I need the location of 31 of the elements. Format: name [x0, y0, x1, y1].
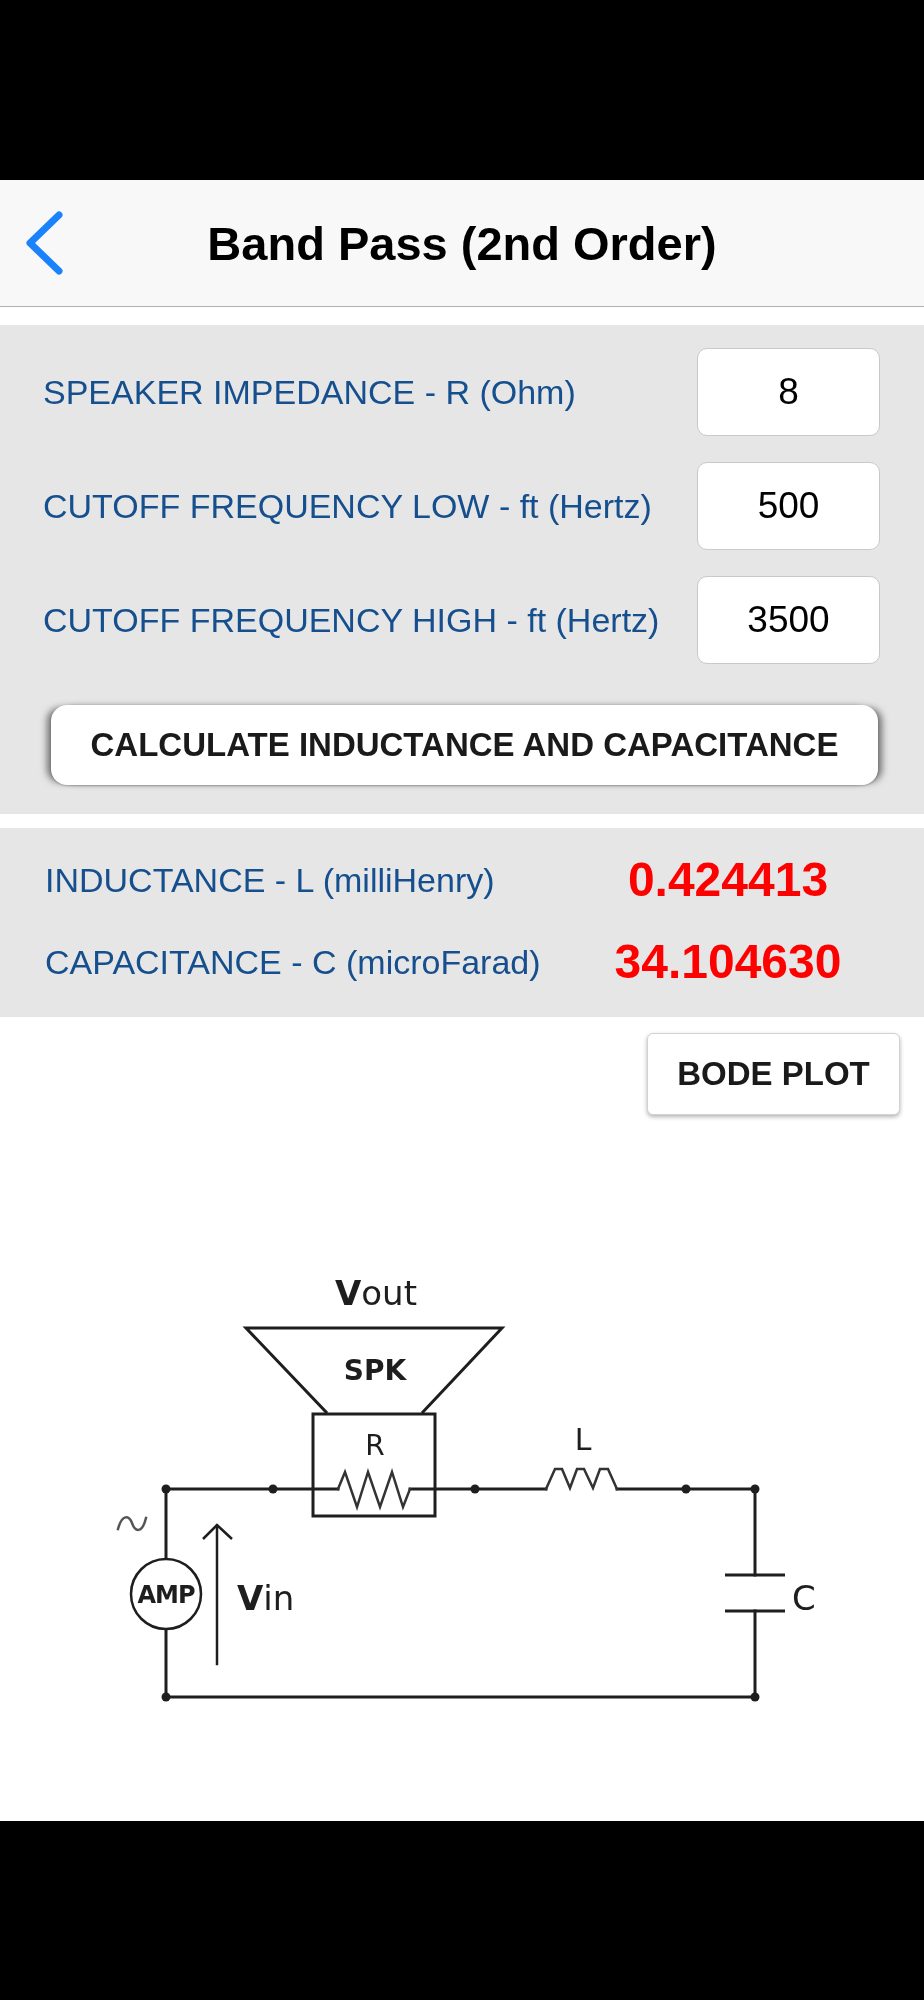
calculate-button[interactable]: CALCULATE INDUCTANCE AND CAPACITANCE [51, 705, 878, 785]
junction-dot [161, 1692, 171, 1702]
junction-dot [681, 1484, 691, 1494]
number-field[interactable]: 500 [697, 462, 880, 550]
field-label: SPEAKER IMPEDANCE - R (Ohm) [43, 372, 576, 412]
resistor-label: R [365, 1432, 385, 1460]
number-field[interactable]: 3500 [697, 576, 880, 664]
result-value: 0.424413 [626, 852, 830, 908]
result-value: 34.104630 [613, 934, 843, 990]
junction-dot [161, 1484, 171, 1494]
back-chevron-icon [24, 211, 64, 275]
amplifier-label: AMP [137, 1583, 195, 1607]
field-label: CUTOFF FREQUENCY LOW - ft (Hertz) [43, 486, 652, 526]
sine-wave-icon [116, 1516, 148, 1532]
output-voltage-label: Vout [335, 1276, 417, 1310]
field-label: CUTOFF FREQUENCY HIGH - ft (Hertz) [43, 600, 660, 640]
junction-dot [470, 1484, 480, 1494]
back-button[interactable] [24, 211, 64, 275]
speaker-label: SPK [343, 1357, 407, 1385]
result-label: INDUCTANCE - L (milliHenry) [45, 860, 496, 900]
capacitor-symbol [725, 1573, 785, 1613]
number-field[interactable]: 8 [697, 348, 880, 436]
screen-title: Band Pass (2nd Order) [207, 215, 717, 271]
junction-dot [750, 1484, 760, 1494]
bode-plot-button[interactable]: BODE PLOT [647, 1033, 900, 1115]
junction-dot [268, 1484, 278, 1494]
capacitor-label: C [792, 1581, 816, 1615]
inductor-label: L [574, 1425, 592, 1455]
result-label: CAPACITANCE - C (microFarad) [45, 942, 542, 982]
input-voltage-label: Vin [237, 1581, 295, 1615]
junction-dot [750, 1692, 760, 1702]
